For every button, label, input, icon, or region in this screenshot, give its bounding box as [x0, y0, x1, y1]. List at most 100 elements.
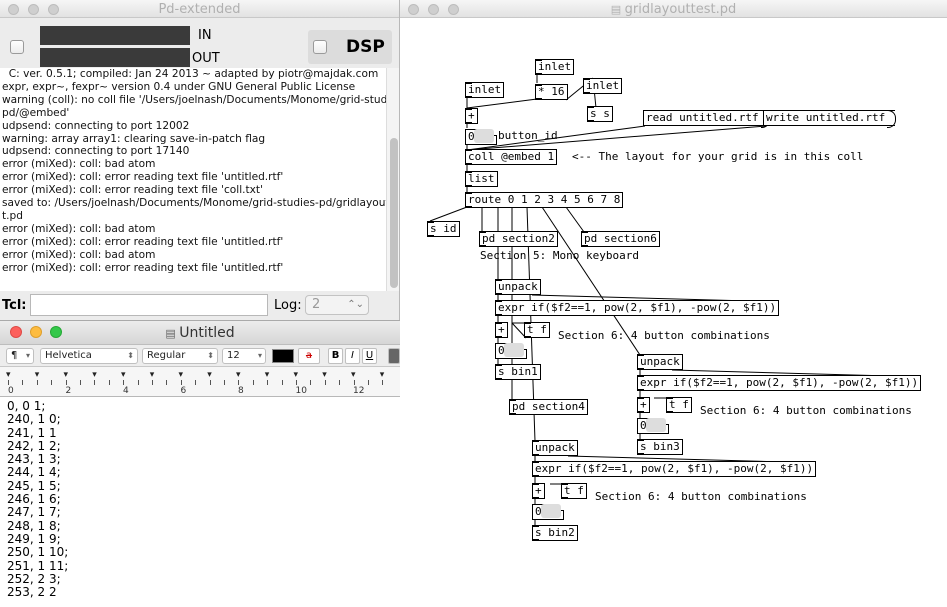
pd-console-titlebar[interactable]: Pd-extended	[0, 0, 399, 18]
outlet-nub[interactable]	[532, 454, 539, 456]
inlet-nub[interactable]	[532, 440, 539, 442]
outlet-nub[interactable]	[495, 336, 502, 338]
editor-text-area[interactable]: 0, 0 1; 240, 1 0; 241, 1 1 242, 1 2; 243, 1 …	[7, 399, 392, 599]
trigger-float-object[interactable]: t f	[524, 322, 550, 338]
bold-button[interactable]: B	[328, 348, 343, 364]
paragraph-style-select[interactable]: ¶ ▾	[6, 348, 34, 364]
inlet-nub[interactable]	[535, 84, 542, 86]
log-level-select[interactable]: 2 ⌃⌄	[305, 295, 369, 315]
inlet-nub[interactable]	[637, 375, 644, 377]
tab-stop-icon[interactable]: ▾	[6, 370, 11, 380]
inlet-nub[interactable]	[637, 354, 644, 356]
expr-object[interactable]: expr if($f2==1, pow(2, $f1), -pow(2, $f1…	[532, 461, 817, 477]
trigger-float-object[interactable]: t f	[561, 483, 587, 499]
outlet-nub[interactable]	[581, 245, 588, 247]
inlet-nub[interactable]	[666, 397, 673, 399]
inlet-nub[interactable]	[495, 279, 502, 281]
plus-object[interactable]: +	[637, 397, 650, 413]
outlet-nub[interactable]	[427, 235, 434, 237]
send-id-object[interactable]: s id	[427, 221, 460, 237]
outlet-nub[interactable]	[583, 92, 590, 94]
bang-button[interactable]	[646, 418, 666, 432]
inlet-nub[interactable]	[561, 483, 568, 485]
outlet-nub[interactable]	[637, 453, 644, 455]
outlet-nub[interactable]	[465, 163, 472, 165]
tab-stop-icon[interactable]: ▾	[92, 370, 97, 380]
text-color-swatch[interactable]	[272, 349, 294, 363]
inlet-nub[interactable]	[465, 82, 472, 84]
font-size-select[interactable]: 12 ▾	[222, 348, 266, 364]
send-bin3-object[interactable]: s bin3	[637, 439, 683, 455]
bang-button[interactable]	[541, 504, 561, 518]
font-family-select[interactable]: Helvetica ⬍	[40, 348, 138, 364]
bang-button[interactable]	[474, 129, 494, 143]
inlet-nub[interactable]	[524, 322, 531, 324]
tab-stop-icon[interactable]: ▾	[179, 370, 184, 380]
outlet-nub[interactable]	[535, 73, 542, 75]
inlet-nub[interactable]	[465, 171, 472, 173]
tab-stop-icon[interactable]: ▾	[322, 370, 327, 380]
inlet-nub[interactable]	[465, 108, 472, 110]
outlet-nub[interactable]	[637, 368, 644, 370]
outlet-nub[interactable]	[524, 336, 531, 338]
inlet-object[interactable]: inlet	[583, 78, 623, 94]
outlet-nub[interactable]	[637, 389, 644, 391]
console-scroll-thumb[interactable]	[390, 138, 398, 288]
send-bin1-object[interactable]: s bin1	[495, 364, 541, 380]
pd-section6-object[interactable]: pd section6	[581, 231, 660, 247]
outlet-nub[interactable]	[535, 98, 542, 100]
inlet-nub[interactable]	[495, 364, 502, 366]
outlet-nub[interactable]	[495, 293, 502, 295]
dsp-checkbox[interactable]	[313, 40, 327, 54]
outlet-nub[interactable]	[495, 314, 502, 316]
inlet-nub[interactable]	[637, 397, 644, 399]
coll-object[interactable]: coll @embed 1	[465, 149, 558, 165]
background-color-icon[interactable]: a	[298, 348, 320, 364]
tab-stop-icon[interactable]: ▾	[35, 370, 40, 380]
pd-section4-object[interactable]: pd section4	[509, 399, 588, 415]
inlet-nub[interactable]	[581, 231, 588, 233]
inlet-nub[interactable]	[509, 399, 516, 401]
audio-in-checkbox[interactable]	[10, 40, 24, 54]
inlet-nub[interactable]	[465, 192, 472, 194]
outlet-nub[interactable]	[465, 185, 472, 187]
inlet-nub[interactable]	[465, 149, 472, 151]
outlet-nub[interactable]	[561, 497, 568, 499]
tab-stop-icon[interactable]: ▾	[150, 370, 155, 380]
plus-object[interactable]: +	[495, 322, 508, 338]
inlet-object[interactable]: inlet	[535, 59, 575, 75]
outlet-nub[interactable]	[465, 122, 472, 124]
outlet-nub[interactable]	[465, 206, 472, 208]
tab-stop-icon[interactable]: ▾	[294, 370, 299, 380]
italic-button[interactable]: I	[345, 348, 360, 364]
unpack-object[interactable]: unpack	[637, 354, 683, 370]
outlet-nub[interactable]	[532, 539, 539, 541]
inlet-nub[interactable]	[535, 59, 542, 61]
list-object[interactable]: list	[465, 171, 498, 187]
send-s-object[interactable]: s s	[587, 106, 613, 122]
inlet-nub[interactable]	[587, 106, 594, 108]
pd-section2-object[interactable]: pd section2	[479, 231, 558, 247]
unpack-object[interactable]: unpack	[532, 440, 578, 456]
write-message[interactable]: write untitled.rtf	[763, 110, 897, 128]
send-bin2-object[interactable]: s bin2	[532, 525, 578, 541]
plus-object[interactable]: +	[465, 108, 478, 124]
outlet-nub[interactable]	[509, 413, 516, 415]
bang-button[interactable]	[504, 343, 524, 357]
trigger-float-object[interactable]: t f	[666, 397, 692, 413]
inlet-nub[interactable]	[495, 300, 502, 302]
inlet-object[interactable]: inlet	[465, 82, 505, 98]
underline-button[interactable]: U	[362, 348, 377, 364]
tab-stop-icon[interactable]: ▾	[380, 370, 385, 380]
outlet-nub[interactable]	[532, 497, 539, 499]
align-icon[interactable]	[388, 348, 400, 364]
inlet-nub[interactable]	[637, 439, 644, 441]
tab-stop-icon[interactable]: ▾	[265, 370, 270, 380]
outlet-nub[interactable]	[465, 96, 472, 98]
inlet-nub[interactable]	[495, 322, 502, 324]
expr-object[interactable]: expr if($f2==1, pow(2, $f1), -pow(2, $f1…	[637, 375, 922, 391]
outlet-nub[interactable]	[479, 245, 486, 247]
tab-stop-icon[interactable]: ▾	[64, 370, 69, 380]
outlet-nub[interactable]	[532, 475, 539, 477]
plus-object[interactable]: +	[532, 483, 545, 499]
